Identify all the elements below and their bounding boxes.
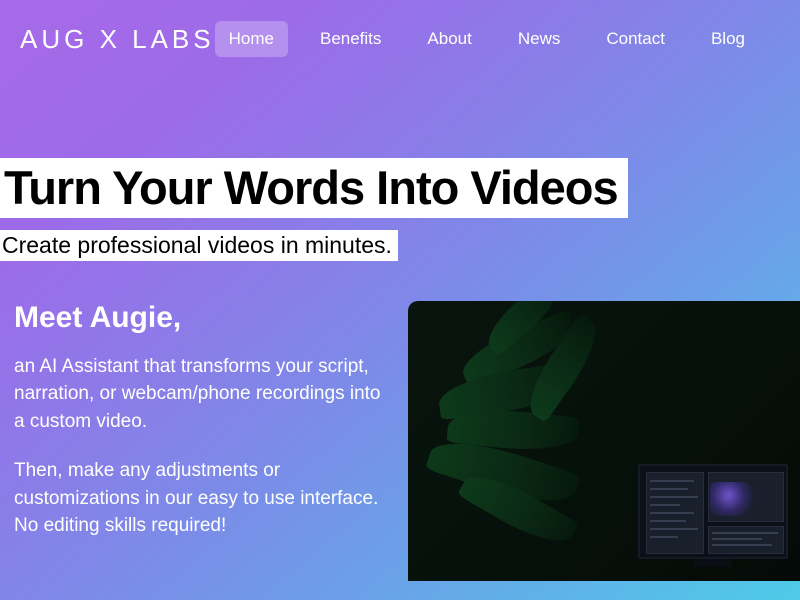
- header: AUG X LABS Home Benefits About News Cont…: [0, 0, 800, 78]
- plant-graphic: [418, 301, 628, 581]
- nav-benefits[interactable]: Benefits: [306, 21, 395, 57]
- hero-title: Turn Your Words Into Videos: [0, 158, 628, 218]
- monitor-graphic: [638, 464, 788, 559]
- nav: Home Benefits About News Contact Blog: [215, 19, 800, 59]
- hero: Turn Your Words Into Videos Create profe…: [0, 78, 800, 261]
- meet-paragraph-1: an AI Assistant that transforms your scr…: [14, 353, 384, 436]
- hero-subtitle: Create professional videos in minutes.: [0, 230, 398, 261]
- nav-about[interactable]: About: [413, 21, 485, 57]
- meet-section: Meet Augie, an AI Assistant that transfo…: [0, 261, 800, 581]
- nav-home[interactable]: Home: [215, 21, 288, 57]
- meet-text: Meet Augie, an AI Assistant that transfo…: [14, 301, 384, 581]
- logo[interactable]: AUG X LABS: [20, 24, 215, 55]
- meet-paragraph-2: Then, make any adjustments or customizat…: [14, 457, 384, 540]
- meet-image: [408, 301, 800, 581]
- nav-blog[interactable]: Blog: [697, 21, 759, 57]
- meet-title: Meet Augie,: [14, 301, 384, 335]
- nav-news[interactable]: News: [504, 21, 575, 57]
- nav-contact[interactable]: Contact: [592, 21, 679, 57]
